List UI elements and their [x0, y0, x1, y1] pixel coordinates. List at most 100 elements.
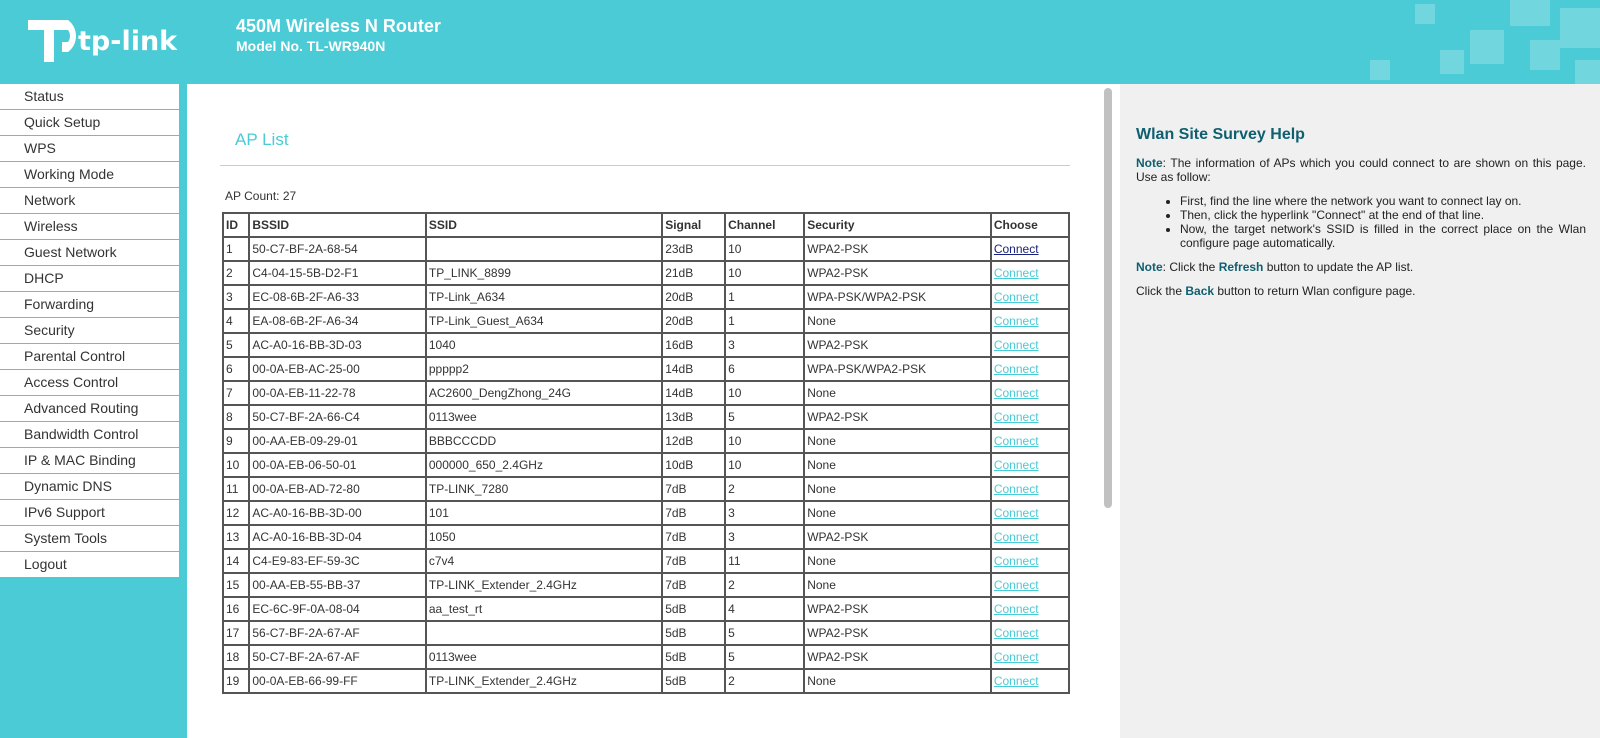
sidebar-item-system-tools[interactable]: System Tools [0, 526, 179, 551]
cell-channel: 6 [724, 356, 806, 382]
connect-link[interactable]: Connect [994, 386, 1039, 400]
table-row: 15 00-AA-EB-55-BB-37 TP-LINK_Extender_2.4G… [221, 572, 1071, 598]
sidebar-item-dhcp[interactable]: DHCP [0, 266, 179, 291]
cell-security: WPA2-PSK [803, 260, 992, 286]
cell-choose: Connect [989, 308, 1071, 334]
help-bullet: Now, the target network's SSID is filled… [1180, 222, 1586, 250]
connect-link[interactable]: Connect [994, 290, 1039, 304]
sidebar-item-security[interactable]: Security [0, 318, 179, 343]
table-row: 11 00-0A-EB-AD-72-80 TP-LINK_7280 7dB 2 None C… [221, 476, 1071, 502]
sidebar-item-guest-network[interactable]: Guest Network [0, 240, 179, 265]
cell-id: 11 [221, 476, 251, 502]
table-row: 10 00-0A-EB-06-50-01 000000_650_2.4GHz 10dB… [221, 452, 1071, 478]
connect-link[interactable]: Connect [994, 554, 1039, 568]
sidebar-item-network[interactable]: Network [0, 188, 179, 213]
cell-ssid: AC2600_DengZhong_24G [424, 380, 664, 406]
cell-id: 15 [221, 572, 251, 598]
table-row: 17 56-C7-BF-2A-67-AF 5dB 5 WPA2-PSK Connect [221, 620, 1071, 646]
cell-channel: 3 [724, 524, 806, 550]
cell-bssid: EC-08-6B-2F-A6-33 [248, 284, 427, 310]
connect-link[interactable]: Connect [994, 314, 1039, 328]
cell-bssid: AC-A0-16-BB-3D-00 [248, 500, 427, 526]
cell-choose: Connect [989, 596, 1071, 622]
cell-ssid: 000000_650_2.4GHz [424, 452, 664, 478]
cell-bssid: 00-0A-EB-AC-25-00 [248, 356, 427, 382]
cell-ssid: TP-Link_Guest_A634 [424, 308, 664, 334]
table-row: 3 EC-08-6B-2F-A6-33 TP-Link_A634 20dB 1 WPA-P… [221, 284, 1071, 310]
sidebar-item-forwarding[interactable]: Forwarding [0, 292, 179, 317]
cell-ssid [424, 620, 664, 646]
cell-id: 2 [221, 260, 251, 286]
sidebar-item-wps[interactable]: WPS [0, 136, 179, 161]
connect-link[interactable]: Connect [994, 362, 1039, 376]
cell-channel: 5 [724, 404, 806, 430]
cell-bssid: 00-0A-EB-AD-72-80 [248, 476, 427, 502]
sidebar-item-ipv6-support[interactable]: IPv6 Support [0, 500, 179, 525]
sidebar-item-parental-control[interactable]: Parental Control [0, 344, 179, 369]
table-header-row: ID BSSID SSID Signal Channel Security Choose [221, 212, 1071, 238]
content-scrollbar[interactable] [1098, 84, 1120, 738]
connect-link[interactable]: Connect [994, 266, 1039, 280]
sidebar-item-bandwidth-control[interactable]: Bandwidth Control [0, 422, 179, 447]
note-label: Note [1136, 156, 1163, 170]
cell-choose: Connect [989, 356, 1071, 382]
cell-security: WPA2-PSK [803, 332, 992, 358]
sidebar-item-status[interactable]: Status [0, 84, 179, 109]
refresh-keyword: Refresh [1218, 260, 1264, 274]
connect-link[interactable]: Connect [994, 458, 1039, 472]
connect-link[interactable]: Connect [994, 674, 1039, 688]
cell-ssid: c7v4 [424, 548, 664, 574]
connect-link[interactable]: Connect [994, 602, 1039, 616]
cell-ssid: 1040 [424, 332, 664, 358]
connect-link[interactable]: Connect [994, 338, 1039, 352]
cell-channel: 2 [724, 476, 806, 502]
connect-link[interactable]: Connect [994, 506, 1039, 520]
cell-channel: 10 [724, 236, 806, 262]
table-row: 2 C4-04-15-5B-D2-F1 TP_LINK_8899 21dB 10 WPA2… [221, 260, 1071, 286]
sidebar-item-access-control[interactable]: Access Control [0, 370, 179, 395]
cell-id: 3 [221, 284, 251, 310]
cell-ssid: 0113wee [424, 644, 664, 670]
cell-signal: 20dB [661, 308, 727, 334]
sidebar-item-working-mode[interactable]: Working Mode [0, 162, 179, 187]
connect-link[interactable]: Connect [994, 482, 1039, 496]
help-body: Note: The information of APs which you c… [1136, 156, 1586, 308]
back-keyword: Back [1185, 284, 1215, 298]
connect-link[interactable]: Connect [994, 410, 1039, 424]
cell-security: None [803, 476, 992, 502]
sidebar-item-quick-setup[interactable]: Quick Setup [0, 110, 179, 135]
cell-security: None [803, 500, 992, 526]
sidebar-item-wireless[interactable]: Wireless [0, 214, 179, 239]
connect-link[interactable]: Connect [994, 434, 1039, 448]
cell-bssid: C4-04-15-5B-D2-F1 [248, 260, 427, 286]
sidebar-item-advanced-routing[interactable]: Advanced Routing [0, 396, 179, 421]
ap-count: AP Count: 27 [225, 189, 297, 203]
cell-security: None [803, 668, 992, 694]
cell-choose: Connect [989, 260, 1071, 286]
sidebar-item-ip-mac-binding[interactable]: IP & MAC Binding [0, 448, 179, 473]
cell-security: None [803, 380, 992, 406]
sidebar-item-logout[interactable]: Logout [0, 552, 179, 577]
connect-link[interactable]: Connect [994, 626, 1039, 640]
help-note-3-pre: Click the [1136, 284, 1186, 298]
main-content: AP List AP Count: 27 ID BSSID SSID Signal Ch… [187, 84, 1098, 738]
cell-id: 9 [221, 428, 251, 454]
scrollbar-thumb[interactable] [1104, 88, 1112, 508]
sidebar-item-dynamic-dns[interactable]: Dynamic DNS [0, 474, 179, 499]
connect-link[interactable]: Connect [994, 242, 1039, 256]
connect-link[interactable]: Connect [994, 578, 1039, 592]
cell-bssid: 00-0A-EB-11-22-78 [248, 380, 427, 406]
cell-signal: 16dB [661, 332, 727, 358]
connect-link[interactable]: Connect [994, 650, 1039, 664]
title-divider [220, 165, 1070, 166]
connect-link[interactable]: Connect [994, 530, 1039, 544]
logo-text: tp-link [78, 26, 178, 57]
cell-id: 13 [221, 524, 251, 550]
table-row: 19 00-0A-EB-66-99-FF TP-LINK_Extender_2.4G… [221, 668, 1071, 694]
cell-signal: 20dB [661, 284, 727, 310]
cell-ssid: 101 [424, 500, 664, 526]
cell-ssid: TP_LINK_8899 [424, 260, 664, 286]
cell-id: 12 [221, 500, 251, 526]
cell-signal: 7dB [661, 548, 727, 574]
cell-choose: Connect [989, 452, 1071, 478]
